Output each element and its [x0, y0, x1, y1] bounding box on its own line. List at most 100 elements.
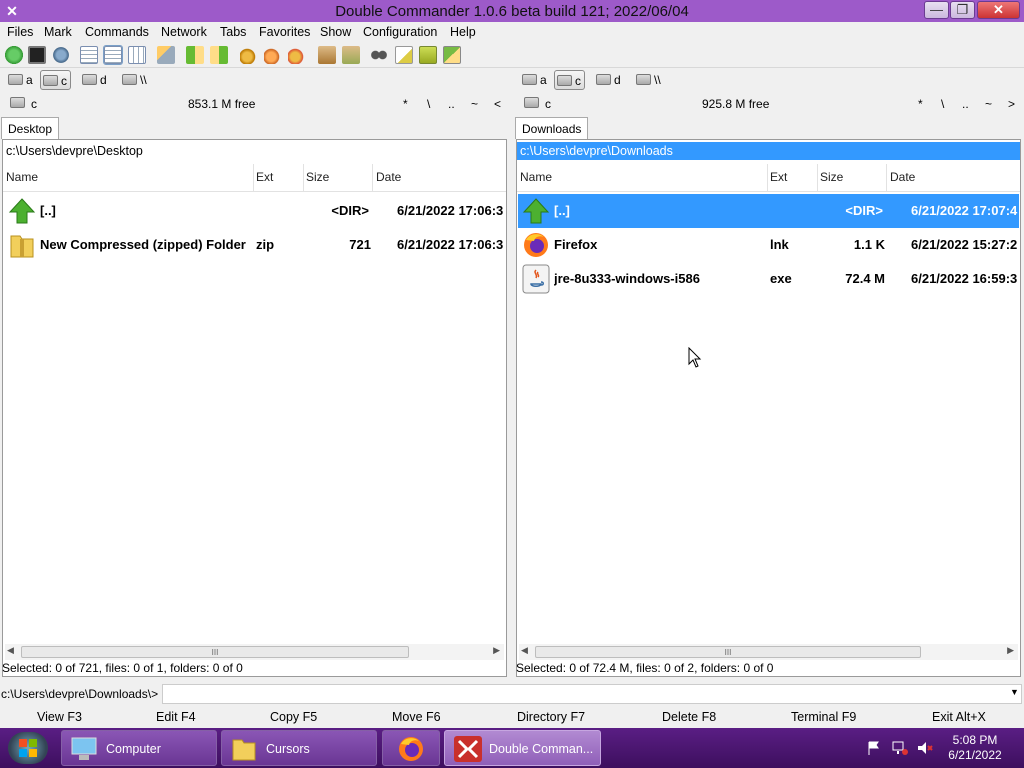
left-tab-desktop[interactable]: Desktop: [1, 117, 60, 139]
table-row[interactable]: jre-8u333-windows-i586 exe 72.4 M 6/21/2…: [518, 262, 1019, 296]
right-backslash-button[interactable]: \: [941, 97, 944, 111]
scroll-left-icon[interactable]: ◀: [521, 645, 528, 656]
terminal-icon[interactable]: [28, 46, 46, 64]
exit-alt-x-button[interactable]: Exit Alt+X: [932, 710, 986, 724]
right-drive-d-button[interactable]: d: [594, 70, 624, 90]
table-row[interactable]: New Compressed (zipped) Folder zip 721 6…: [4, 228, 505, 262]
menu-help[interactable]: Help: [450, 25, 476, 39]
edit-f4-button[interactable]: Edit F4: [156, 710, 196, 724]
extract-files-icon[interactable]: [342, 46, 360, 64]
left-drive-letter[interactable]: c: [31, 97, 37, 111]
volume-muted-icon[interactable]: [916, 740, 934, 756]
floppy-drive-icon: [522, 74, 537, 85]
taskbar-double-commander[interactable]: Double Comman...: [444, 730, 601, 766]
left-backslash-button[interactable]: \: [427, 97, 430, 111]
move-f6-button[interactable]: Move F6: [392, 710, 441, 724]
taskbar-cursors-folder[interactable]: Cursors: [221, 730, 377, 766]
column-name[interactable]: Name: [520, 170, 552, 184]
right-path-bar[interactable]: c:\Users\devpre\Downloads: [517, 142, 1020, 160]
copy-right-icon[interactable]: [210, 46, 228, 64]
column-size[interactable]: Size: [306, 170, 329, 184]
hard-drive-icon[interactable]: [10, 97, 25, 108]
command-input[interactable]: [162, 684, 1022, 704]
pack-files-icon[interactable]: [318, 46, 336, 64]
chevron-down-icon[interactable]: ▼: [1010, 687, 1019, 697]
scroll-right-icon[interactable]: ▶: [1007, 645, 1014, 656]
minimize-button[interactable]: —: [924, 1, 949, 19]
left-parent-button[interactable]: ..: [448, 97, 455, 111]
network-icon[interactable]: [891, 740, 909, 756]
multi-rename-icon[interactable]: [395, 46, 413, 64]
terminal-f9-button[interactable]: Terminal F9: [791, 710, 856, 724]
left-horizontal-scrollbar[interactable]: ◀ III ▶: [5, 644, 504, 660]
floppy-drive-icon: [8, 74, 23, 85]
right-network-drive-button[interactable]: \\: [634, 70, 664, 90]
menu-tabs[interactable]: Tabs: [220, 25, 246, 39]
directory-f7-button[interactable]: Directory F7: [517, 710, 585, 724]
table-row[interactable]: [..] <DIR> 6/21/2022 17:06:3: [4, 194, 505, 228]
left-drive-d-button[interactable]: d: [80, 70, 110, 90]
right-drive-c-button[interactable]: c: [554, 70, 585, 90]
taskbar-computer[interactable]: Computer: [61, 730, 217, 766]
system-clock[interactable]: 5:08 PM 6/21/2022: [940, 733, 1010, 763]
start-button[interactable]: [8, 732, 48, 764]
menu-files[interactable]: Files: [7, 25, 33, 39]
left-network-drive-button[interactable]: \\: [120, 70, 150, 90]
right-root-button[interactable]: *: [918, 97, 923, 111]
menu-favorites[interactable]: Favorites: [259, 25, 310, 39]
view-f3-button[interactable]: View F3: [37, 710, 82, 724]
menu-network[interactable]: Network: [161, 25, 207, 39]
right-scrollbar-thumb[interactable]: III: [535, 646, 921, 658]
column-ext[interactable]: Ext: [256, 170, 273, 184]
directory-hotlist-icon[interactable]: [419, 46, 437, 64]
left-drive-c-button[interactable]: c: [40, 70, 71, 90]
search-binoculars-icon[interactable]: [370, 46, 388, 64]
right-tab-downloads[interactable]: Downloads: [515, 117, 589, 139]
hard-drive-icon[interactable]: [524, 97, 539, 108]
table-row[interactable]: Firefox lnk 1.1 K 6/21/2022 15:27:2: [518, 228, 1019, 262]
maximize-button[interactable]: ❐: [950, 1, 975, 19]
left-drive-a-button[interactable]: a: [6, 70, 36, 90]
right-parent-button[interactable]: ..: [962, 97, 969, 111]
brief-view-icon[interactable]: [80, 46, 98, 64]
copy-to-clipboard-icon[interactable]: [443, 46, 461, 64]
left-home-button[interactable]: ~: [471, 97, 478, 111]
delete-f8-button[interactable]: Delete F8: [662, 710, 716, 724]
scroll-left-icon[interactable]: ◀: [7, 645, 14, 656]
close-button[interactable]: ✕: [977, 1, 1020, 19]
left-root-button[interactable]: *: [403, 97, 408, 111]
options-gear-icon[interactable]: [52, 46, 70, 64]
column-date[interactable]: Date: [376, 170, 401, 184]
invert-selection-icon[interactable]: [288, 46, 306, 64]
refresh-icon[interactable]: [5, 46, 23, 64]
table-row[interactable]: [..] <DIR> 6/21/2022 17:07:4: [518, 194, 1019, 228]
full-view-icon[interactable]: [103, 45, 123, 65]
taskbar-firefox[interactable]: [382, 730, 440, 766]
thumbnail-view-icon[interactable]: [128, 46, 146, 64]
right-home-button[interactable]: ~: [985, 97, 992, 111]
column-size[interactable]: Size: [820, 170, 843, 184]
copy-f5-button[interactable]: Copy F5: [270, 710, 317, 724]
menu-configuration[interactable]: Configuration: [363, 25, 437, 39]
column-date[interactable]: Date: [890, 170, 915, 184]
left-history-button[interactable]: <: [494, 97, 501, 111]
right-history-button[interactable]: >: [1008, 97, 1015, 111]
menu-commands[interactable]: Commands: [85, 25, 149, 39]
network-drive-icon: [636, 74, 651, 85]
right-drive-letter[interactable]: c: [545, 97, 551, 111]
sync-dirs-icon[interactable]: [157, 46, 175, 64]
copy-left-icon[interactable]: [186, 46, 204, 64]
column-ext[interactable]: Ext: [770, 170, 787, 184]
column-name[interactable]: Name: [6, 170, 38, 184]
action-center-flag-icon[interactable]: [866, 740, 882, 756]
left-scrollbar-thumb[interactable]: III: [21, 646, 409, 658]
right-horizontal-scrollbar[interactable]: ◀ III ▶: [519, 644, 1018, 660]
scroll-right-icon[interactable]: ▶: [493, 645, 500, 656]
unselect-group-icon[interactable]: [264, 46, 282, 64]
zip-folder-icon: [10, 235, 34, 258]
select-group-icon[interactable]: [240, 46, 258, 64]
menu-show[interactable]: Show: [320, 25, 351, 39]
left-path-bar[interactable]: c:\Users\devpre\Desktop: [3, 142, 506, 160]
menu-mark[interactable]: Mark: [44, 25, 72, 39]
right-drive-a-button[interactable]: a: [520, 70, 550, 90]
